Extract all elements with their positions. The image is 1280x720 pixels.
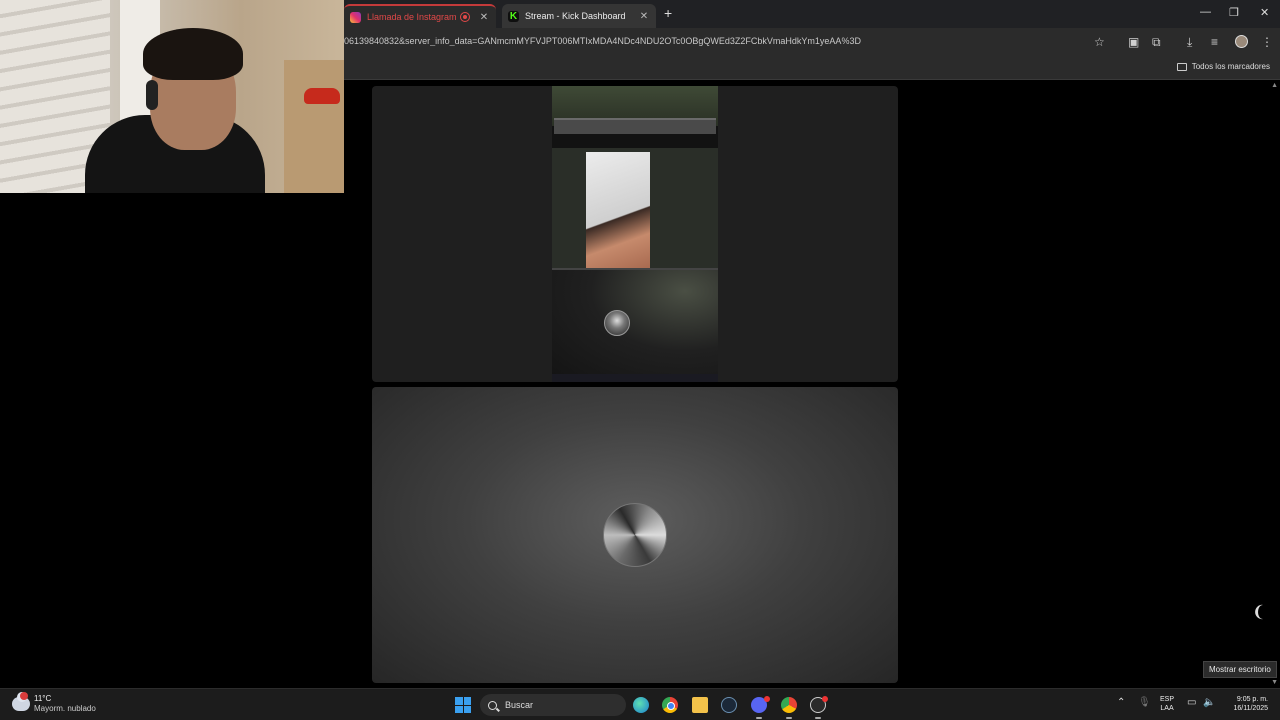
- headset: [146, 80, 158, 110]
- video-lower-pane: [552, 270, 718, 376]
- taskbar-search[interactable]: Buscar: [480, 694, 626, 716]
- running-indicator: [786, 717, 792, 719]
- instagram-icon: [350, 11, 361, 23]
- network-icon[interactable]: ▭: [1187, 697, 1196, 708]
- microphone-icon[interactable]: 🎙: [1138, 697, 1151, 708]
- close-window-icon[interactable]: ✕: [1260, 6, 1269, 19]
- weather-temp: 11°C: [34, 694, 52, 703]
- file-explorer-icon[interactable]: [692, 697, 708, 713]
- steam-icon[interactable]: [721, 697, 737, 713]
- notification-badge: [20, 692, 28, 700]
- chrome-icon[interactable]: [662, 697, 678, 713]
- call-page: ▲ ▼: [344, 80, 1280, 688]
- kick-icon: K: [508, 10, 519, 22]
- taskbar: 11°C Mayorm. nublado Buscar ⌃ 🎙 ESP LAA …: [0, 688, 1280, 720]
- video-avatar-icon: [604, 310, 630, 336]
- bookmarks-label: Todos los marcadores: [1191, 62, 1270, 71]
- weather-widget[interactable]: 11°C Mayorm. nublado: [12, 692, 96, 714]
- maximize-icon[interactable]: ❐: [1229, 6, 1239, 19]
- scroll-up-arrow-icon[interactable]: ▲: [1271, 82, 1278, 89]
- video-monitor-strip: [554, 118, 716, 134]
- folder-icon: [1176, 62, 1187, 71]
- recording-icon: [460, 12, 470, 22]
- volume-icon[interactable]: 🔈: [1203, 697, 1215, 708]
- tab-bar: Llamada de Instagram ✕ K Stream - Kick D…: [344, 0, 1280, 28]
- app-badge: [822, 696, 828, 702]
- language-indicator[interactable]: ESP LAA: [1160, 695, 1174, 713]
- remote-video-tile[interactable]: [372, 86, 898, 382]
- system-clock[interactable]: 9:05 p. m. 16/11/2025: [1222, 695, 1268, 713]
- start-button[interactable]: [455, 697, 471, 713]
- profile-avatar[interactable]: [1235, 35, 1248, 48]
- toy-car: [304, 88, 340, 104]
- video-participant-face: [586, 152, 650, 268]
- address-bar: 06139840832&server_info_data=GANmcmMYFVJ…: [344, 28, 1280, 56]
- url-field[interactable]: 06139840832&server_info_data=GANmcmMYFVJ…: [344, 36, 1084, 46]
- video-taskbar: [552, 374, 718, 382]
- screenshot-icon[interactable]: ▣: [1128, 35, 1139, 49]
- chevron-up-icon[interactable]: ⌃: [1117, 697, 1125, 708]
- streamer-hair: [143, 28, 243, 80]
- clock-time: 9:05 p. m.: [1236, 696, 1268, 703]
- discord-badge: [764, 696, 770, 702]
- bookmark-star-icon[interactable]: ☆: [1094, 35, 1105, 49]
- local-video-tile[interactable]: [372, 387, 898, 683]
- extensions-icon[interactable]: ⧉: [1152, 35, 1161, 50]
- scroll-down-arrow-icon[interactable]: ▼: [1271, 679, 1278, 686]
- minimize-icon[interactable]: —: [1200, 6, 1211, 18]
- tab-label: Stream - Kick Dashboard: [525, 11, 626, 21]
- screen: Llamada de Instagram ✕ K Stream - Kick D…: [0, 0, 1280, 720]
- new-tab-button[interactable]: +: [664, 5, 672, 21]
- webcam-overlay: [0, 0, 344, 193]
- menu-kebab-icon[interactable]: ⋮: [1261, 35, 1273, 49]
- weather-desc: Mayorm. nublado: [34, 704, 96, 713]
- keyboard-layout: LAA: [1160, 705, 1174, 712]
- language-code: ESP: [1160, 696, 1175, 703]
- edge-icon[interactable]: [633, 697, 649, 713]
- running-indicator: [756, 717, 762, 719]
- side-panel-handle-icon[interactable]: ❨: [1252, 602, 1265, 622]
- close-tab-icon[interactable]: ✕: [638, 11, 650, 22]
- tab-instagram-call[interactable]: Llamada de Instagram ✕: [344, 4, 496, 28]
- shared-screen-video: [552, 86, 718, 382]
- all-bookmarks-button[interactable]: Todos los marcadores: [1176, 62, 1270, 71]
- search-icon: [488, 700, 497, 710]
- download-icon[interactable]: ⤓: [1187, 35, 1192, 50]
- search-placeholder: Buscar: [505, 700, 534, 710]
- show-desktop-tooltip: Mostrar escritorio: [1203, 661, 1277, 678]
- chrome-profile-icon[interactable]: [781, 697, 797, 713]
- bookmarks-bar: Todos los marcadores: [344, 56, 1280, 80]
- tab-label: Llamada de Instagram: [367, 12, 457, 22]
- clock-date: 16/11/2025: [1233, 705, 1268, 712]
- tab-kick-dashboard[interactable]: K Stream - Kick Dashboard ✕: [502, 4, 656, 28]
- background-shelf: [284, 60, 344, 193]
- media-control-icon[interactable]: ≡: [1211, 35, 1218, 49]
- running-indicator: [815, 717, 821, 719]
- close-tab-icon[interactable]: ✕: [478, 12, 490, 23]
- participant-avatar: [603, 503, 667, 567]
